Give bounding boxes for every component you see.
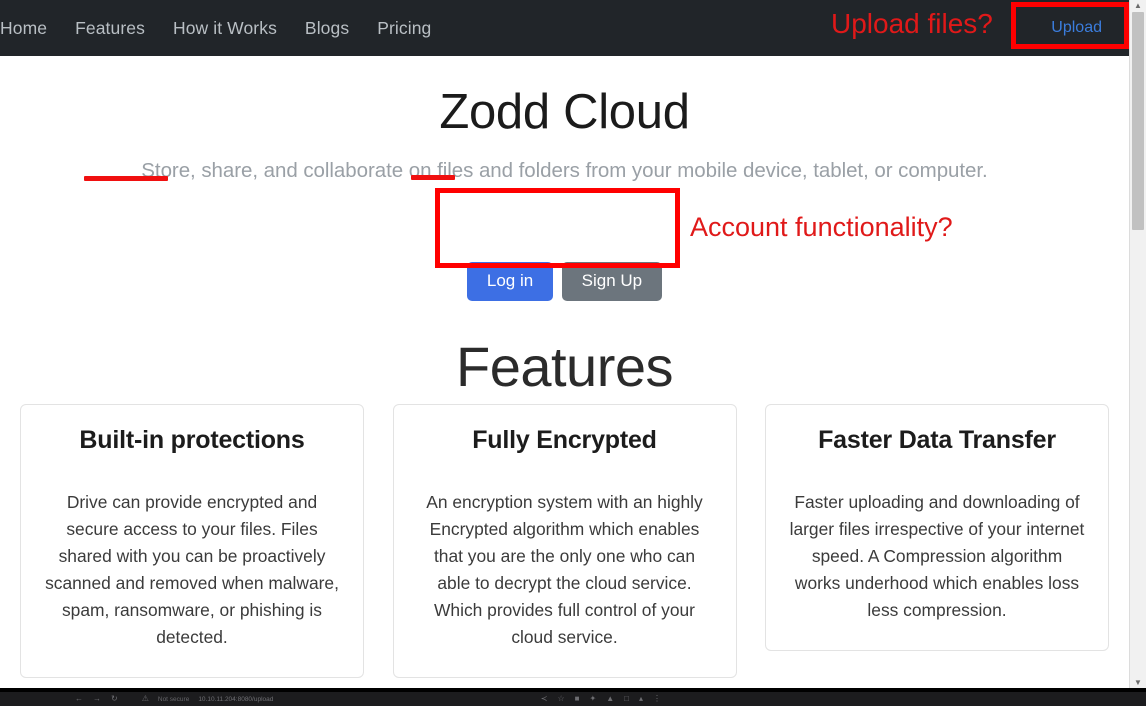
page-subtitle: Store, share, and collaborate on files a… [141,159,988,183]
address-bar-url[interactable]: 10.10.11.204:8080/upload [189,696,273,703]
feature-card-body: Faster uploading and downloading of larg… [789,492,1085,620]
scroll-up-arrow-icon[interactable]: ▲ [1130,0,1146,11]
puzzle-icon[interactable]: ■ [570,695,585,703]
nav-link-blogs[interactable]: Blogs [291,0,363,56]
nav-link-pricing[interactable]: Pricing [363,0,445,56]
annotation-box-auth-buttons [435,188,680,268]
page-scrollbar[interactable]: ▲ ▼ [1129,0,1146,688]
feature-card-built-in-protections: Built-in protections Drive can provide e… [20,404,364,678]
forward-icon[interactable]: → [88,695,106,703]
page-viewport: Home Features How it Works Blogs Pricing… [0,0,1146,688]
nav-link-upload[interactable]: Upload [1033,0,1120,56]
browser-toolbar: ← → ↻ ⚠ Not secure 10.10.11.204:8080/upl… [0,692,1146,706]
auth-buttons-row: Log in Sign Up [0,262,1129,302]
feature-card-title: Faster Data Transfer [818,426,1056,454]
browser-nav-buttons: ← → ↻ [0,695,123,703]
nav-link-home[interactable]: Home [0,0,61,56]
nav-links-group: Home Features How it Works Blogs Pricing [0,0,445,56]
browser-address-bar[interactable]: ⚠ Not secure 10.10.11.204:8080/upload [137,695,274,703]
reload-icon[interactable]: ↻ [106,695,123,703]
feature-card-fully-encrypted: Fully Encrypted An encryption system wit… [392,404,737,678]
browser-toolbar-icons: ≺ ☆ ■ ✦ ▲ □ ▴ ⋮ [536,692,1146,706]
signup-button[interactable]: Sign Up [561,262,663,302]
scrollbar-thumb[interactable] [1132,12,1144,230]
not-secure-label: Not secure [157,695,190,703]
menu-icon[interactable]: ⋮ [648,695,666,703]
profile-icon[interactable]: ▴ [634,695,648,703]
person-icon[interactable]: ▲ [601,695,619,703]
feature-card-body: Drive can provide encrypted and secure a… [45,492,339,647]
top-navigation-bar: Home Features How it Works Blogs Pricing… [0,0,1146,56]
login-button[interactable]: Log in [466,262,554,302]
warning-icon: ⚠ [141,694,149,703]
feature-card-title: Fully Encrypted [472,426,657,454]
annotation-text-account-functionality: Account functionality? [690,212,953,242]
hero-section: Zodd Cloud Store, share, and collaborate… [0,56,1129,185]
scroll-down-arrow-icon[interactable]: ▼ [1130,677,1146,688]
feature-card-title: Built-in protections [79,426,305,454]
page-title: Zodd Cloud [439,85,690,139]
nav-link-how-it-works[interactable]: How it Works [159,0,291,56]
feature-cards-container: Built-in protections Drive can provide e… [20,404,1109,678]
nav-link-features[interactable]: Features [61,0,159,56]
star-icon[interactable]: ☆ [553,695,570,703]
extension-icon[interactable]: ✦ [585,695,602,703]
share-icon[interactable]: ≺ [536,695,553,703]
browser-chrome-sliver: ← → ↻ ⚠ Not secure 10.10.11.204:8080/upl… [0,688,1146,706]
feature-card-body: An encryption system with an highly Encr… [426,492,703,647]
window-icon[interactable]: □ [619,695,634,703]
features-heading: Features [456,335,674,398]
feature-card-faster-data-transfer: Faster Data Transfer Faster uploading an… [765,404,1109,651]
browser-screenshot: Home Features How it Works Blogs Pricing… [0,0,1146,706]
back-icon[interactable]: ← [70,695,88,703]
